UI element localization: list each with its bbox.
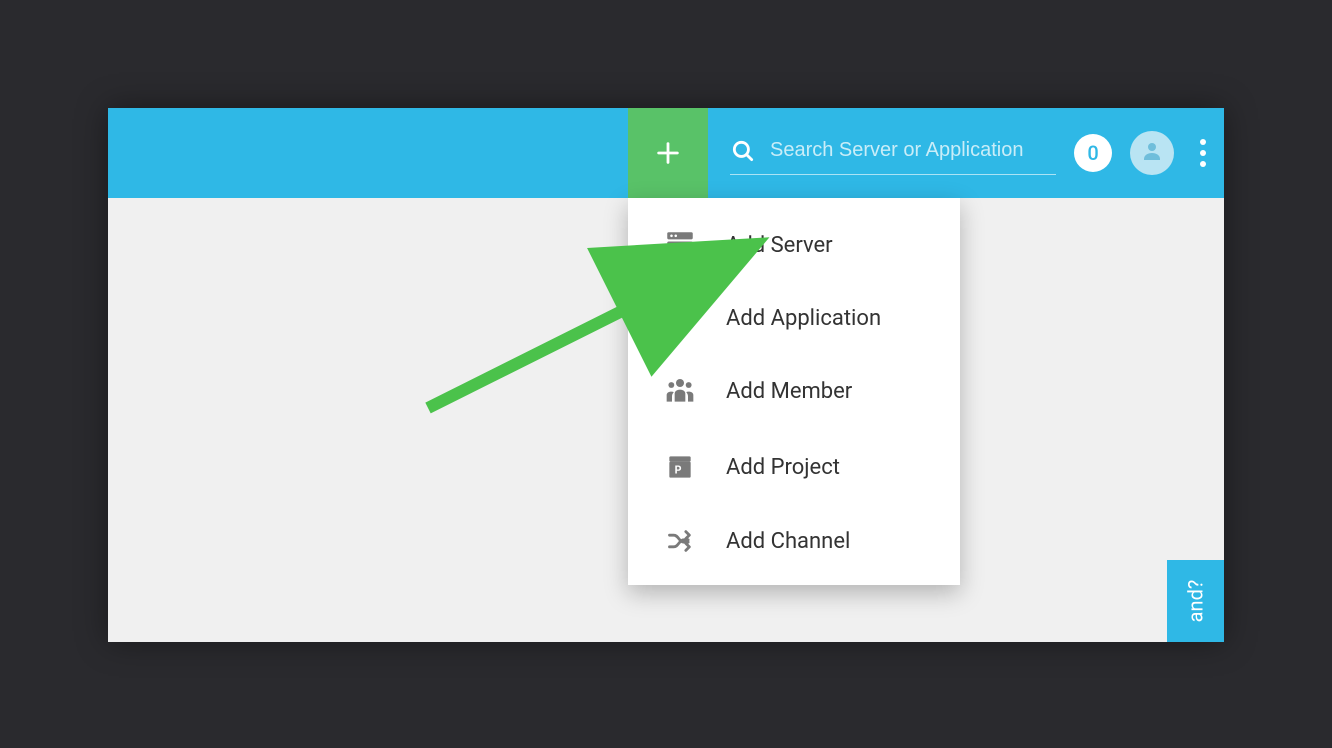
search-input[interactable]	[770, 139, 1056, 162]
help-tab-label: and?	[1184, 580, 1208, 623]
menu-item-add-application[interactable]: WWW Add Application	[628, 284, 960, 353]
person-icon	[1140, 139, 1164, 167]
members-icon	[662, 375, 698, 407]
shuffle-icon	[662, 527, 698, 555]
menu-item-label: Add Project	[726, 455, 840, 480]
toolbar-right: 0	[708, 131, 1224, 175]
menu-item-add-server[interactable]: Add Server	[628, 206, 960, 284]
add-button[interactable]	[628, 108, 708, 198]
menu-item-add-member[interactable]: Add Member	[628, 353, 960, 429]
search-wrap	[730, 132, 1056, 175]
menu-item-label: Add Member	[726, 379, 852, 404]
kebab-dot-icon	[1200, 150, 1206, 156]
kebab-dot-icon	[1200, 139, 1206, 145]
plus-icon	[654, 139, 682, 167]
toolbar: 0	[108, 108, 1224, 198]
notification-count: 0	[1087, 141, 1098, 165]
menu-item-add-project[interactable]: P Add Project	[628, 429, 960, 505]
add-menu-dropdown: Add Server WWW Add Application	[628, 198, 960, 585]
menu-item-add-channel[interactable]: Add Channel	[628, 505, 960, 577]
search-icon	[730, 138, 756, 164]
menu-item-label: Add Server	[726, 233, 833, 258]
app-window: 0	[108, 108, 1224, 642]
notification-count-badge[interactable]: 0	[1074, 134, 1112, 172]
more-menu-button[interactable]	[1192, 139, 1214, 167]
menu-item-label: Add Application	[726, 306, 881, 331]
menu-item-label: Add Channel	[726, 529, 850, 554]
help-tab[interactable]: and?	[1167, 560, 1224, 642]
svg-text:P: P	[675, 464, 682, 477]
www-icon: WWW	[662, 311, 698, 327]
kebab-dot-icon	[1200, 161, 1206, 167]
avatar[interactable]	[1130, 131, 1174, 175]
server-icon	[662, 228, 698, 262]
project-icon: P	[662, 451, 698, 483]
